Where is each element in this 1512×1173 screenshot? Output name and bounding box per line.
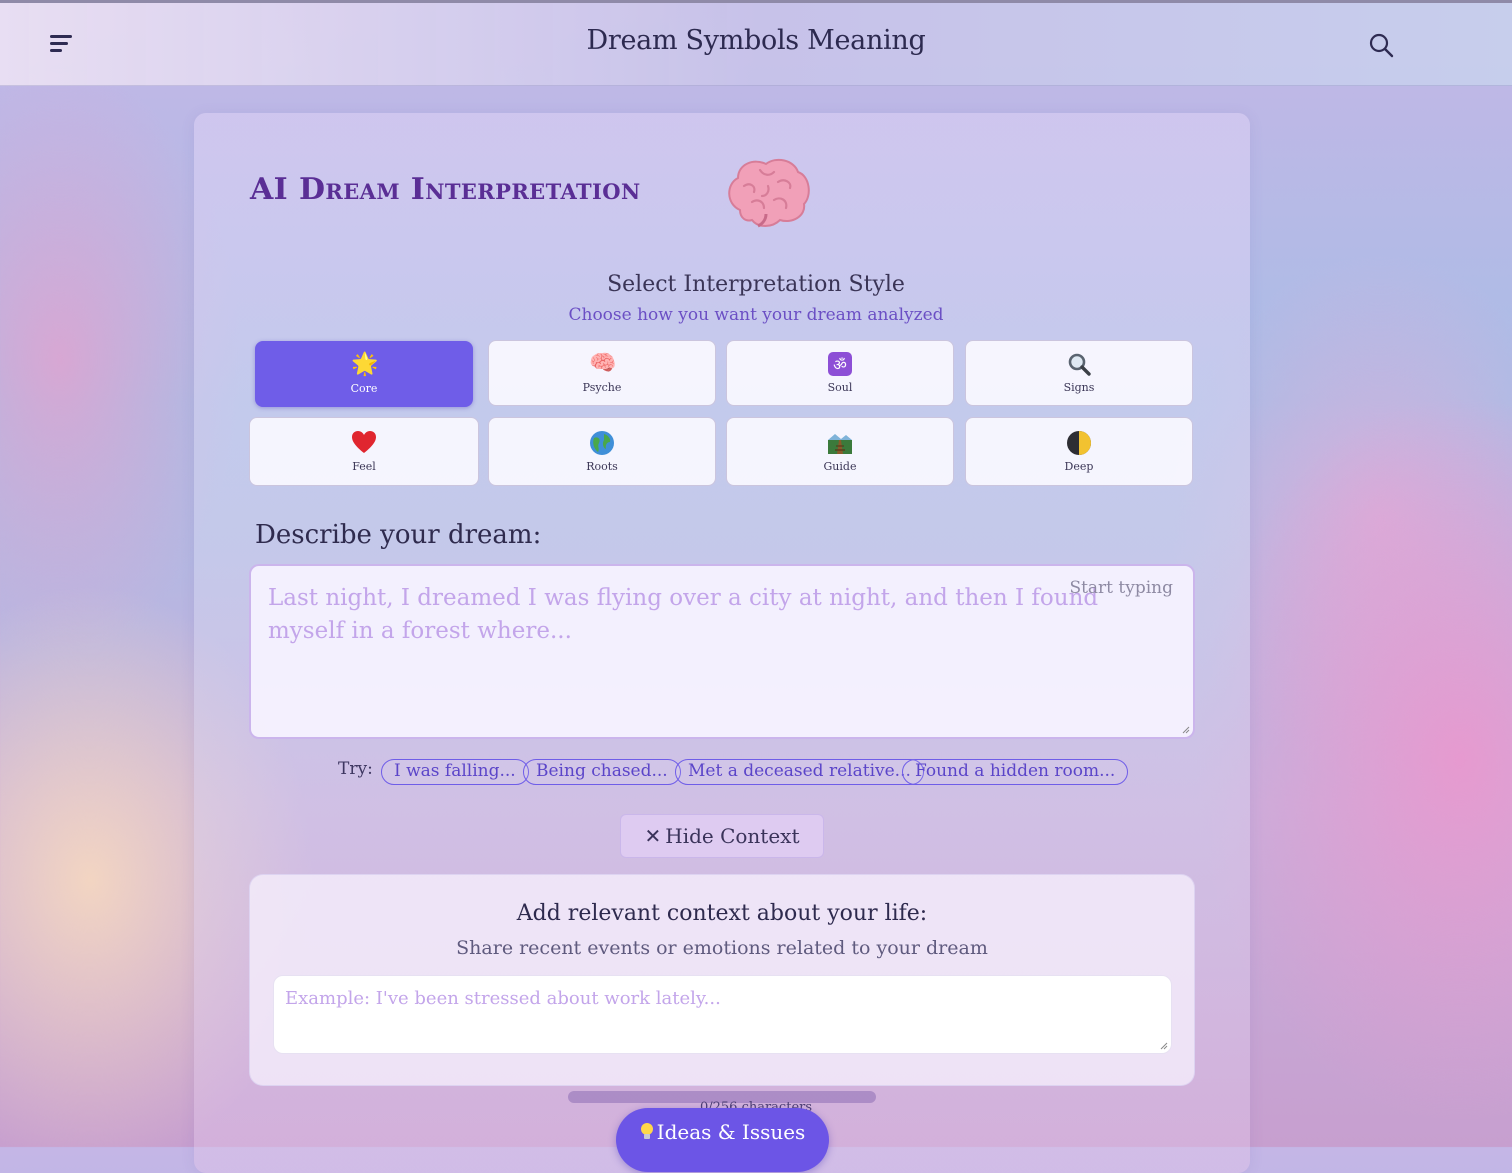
brain-emoji-icon	[728, 158, 810, 228]
style-option-guide[interactable]: Guide	[726, 417, 954, 486]
suggestion-chip[interactable]: Met a deceased relative...	[675, 759, 924, 785]
suggestion-chip[interactable]: Being chased...	[523, 759, 681, 785]
resize-grip-icon[interactable]	[1160, 1042, 1168, 1050]
dream-input-label: Describe your dream:	[255, 520, 542, 550]
lightbulb-icon	[640, 1123, 653, 1139]
top-navigation-bar: Dream Symbols Meaning	[0, 0, 1512, 86]
close-icon: ✕	[644, 824, 662, 848]
style-option-label: Soul	[827, 381, 853, 394]
style-option-label: Deep	[1064, 460, 1094, 473]
context-panel-title: Add relevant context about your life:	[516, 901, 928, 926]
style-option-core[interactable]: 🌟 Core	[255, 341, 473, 407]
heart-icon	[351, 430, 377, 456]
ideas-issues-button[interactable]: Ideas & Issues	[616, 1108, 829, 1172]
style-section-subtitle: Choose how you want your dream analyzed	[568, 305, 944, 325]
style-option-psyche[interactable]: 🧠 Psyche	[488, 340, 716, 406]
suggestion-chip[interactable]: I was falling...	[381, 759, 529, 785]
ideas-issues-label: Ideas & Issues	[656, 1120, 806, 1144]
style-option-label: Roots	[586, 460, 618, 473]
style-option-label: Signs	[1063, 381, 1095, 394]
moon-phase-icon	[1066, 430, 1092, 456]
style-option-soul[interactable]: ॐ Soul	[726, 340, 954, 406]
resize-grip-icon[interactable]	[1182, 726, 1190, 734]
om-icon: ॐ	[827, 351, 853, 377]
context-panel: Add relevant context about your life: Sh…	[249, 874, 1195, 1086]
hide-context-label: Hide Context	[665, 824, 800, 848]
context-textarea[interactable]: Example: I've been stressed about work l…	[273, 975, 1172, 1054]
globe-icon	[589, 430, 615, 456]
suggestion-chip[interactable]: Found a hidden room...	[902, 759, 1129, 785]
railway-track-icon	[827, 430, 853, 456]
style-option-feel[interactable]: Feel	[249, 417, 479, 486]
style-section-title: Select Interpretation Style	[607, 272, 905, 297]
dream-textarea-placeholder: Last night, I dreamed I was flying over …	[268, 585, 1099, 644]
magnifying-glass-icon	[1066, 351, 1092, 377]
svg-text:ॐ: ॐ	[833, 356, 847, 374]
style-option-label: Core	[350, 382, 378, 395]
start-typing-hint: Start typing	[1069, 578, 1173, 598]
hide-context-button[interactable]: ✕ Hide Context	[620, 814, 824, 858]
style-option-label: Psyche	[582, 381, 622, 394]
style-option-deep[interactable]: Deep	[965, 417, 1193, 486]
context-panel-subtitle: Share recent events or emotions related …	[456, 937, 988, 959]
style-option-signs[interactable]: Signs	[965, 340, 1193, 406]
dream-textarea[interactable]: Last night, I dreamed I was flying over …	[249, 564, 1195, 739]
style-option-roots[interactable]: Roots	[488, 417, 716, 486]
page-title: AI Dream Interpretation	[250, 172, 641, 207]
app-title: Dream Symbols Meaning	[586, 25, 926, 56]
style-option-label: Feel	[352, 460, 376, 473]
style-option-label: Guide	[823, 460, 857, 473]
search-icon[interactable]	[1368, 32, 1394, 58]
glowing-star-icon: 🌟	[351, 352, 379, 377]
context-textarea-placeholder: Example: I've been stressed about work l…	[285, 988, 721, 1009]
brain-icon: 🧠	[589, 351, 617, 376]
suggestions-label: Try:	[338, 759, 373, 779]
